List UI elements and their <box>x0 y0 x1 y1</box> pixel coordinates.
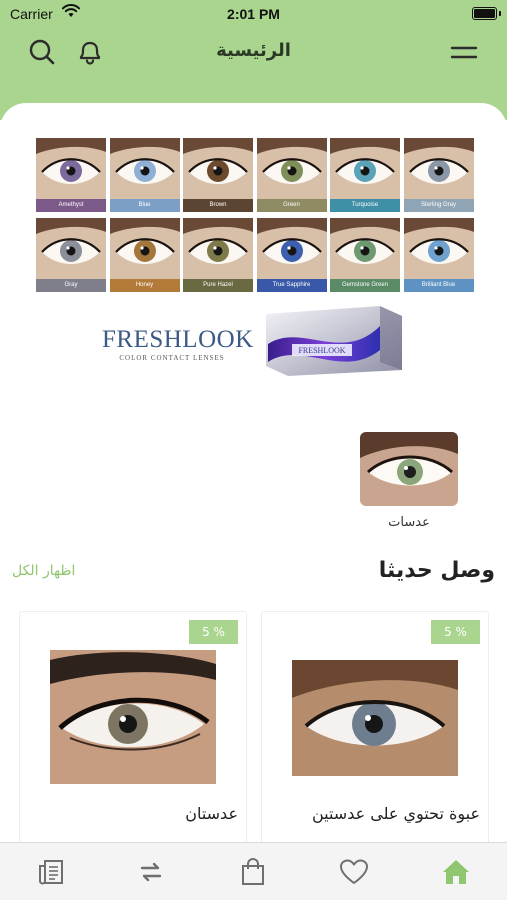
show-all-link[interactable]: اظهار الكل <box>12 563 75 579</box>
eye-image <box>183 138 253 199</box>
product-box-image: FRESHLOOK <box>262 304 405 378</box>
category-lenses[interactable] <box>360 432 458 506</box>
swatch-label: True Sapphire <box>256 279 327 292</box>
eye-image <box>109 218 180 279</box>
eye-image <box>256 138 327 199</box>
swatch-tile: Brilliant Blue <box>403 218 474 292</box>
app-header: Carrier 2:01 PM الرئيسية <box>0 0 507 120</box>
product-name: عدستان <box>185 804 238 823</box>
status-bar: Carrier 2:01 PM <box>0 0 507 30</box>
eye-image <box>330 138 400 199</box>
product-image <box>292 660 458 776</box>
eye-image <box>36 138 106 199</box>
swatch-label: Brown <box>183 199 253 212</box>
home-icon[interactable] <box>438 855 474 889</box>
menu-icon[interactable] <box>448 36 480 68</box>
swatch-label: Gray <box>36 279 106 292</box>
swatch-tile: Amethyst <box>36 138 106 212</box>
swatch-tile: Green <box>256 138 327 212</box>
nav-bar: الرئيسية <box>0 30 507 74</box>
battery-tip <box>499 11 501 16</box>
bottom-tab-bar <box>0 842 507 900</box>
swatch-label: Honey <box>109 279 180 292</box>
promo-banner[interactable]: Amethyst Blue Brown Green Turquoise Sterling … <box>36 138 474 388</box>
swatch-tile: Gemstone Green <box>330 218 400 292</box>
swatch-label: Turquoise <box>330 199 400 212</box>
swatch-label: Green <box>256 199 327 212</box>
eye-image <box>330 218 400 279</box>
swatch-tile: True Sapphire <box>256 218 327 292</box>
swatch-label: Pure Hazel <box>183 279 253 292</box>
eye-image <box>403 138 474 199</box>
product-name: عبوة تحتوي على عدستين <box>311 804 480 823</box>
clock: 2:01 PM <box>227 6 280 22</box>
swatch-tile: Gray <box>36 218 106 292</box>
swatch-label: Amethyst <box>36 199 106 212</box>
brand-logo-subtitle: COLOR CONTACT LENSES <box>119 354 225 362</box>
swatch-grid: Amethyst Blue Brown Green Turquoise Sterling … <box>36 138 474 298</box>
swatch-label: Blue <box>109 199 180 212</box>
discount-badge: 5 % <box>431 620 480 644</box>
product-card[interactable]: 5 % عبوة تحتوي على عدستين <box>261 611 489 851</box>
eye-image <box>109 138 180 199</box>
page-title: الرئيسية <box>216 40 291 61</box>
box-label-text: FRESHLOOK <box>298 346 345 355</box>
category-image <box>360 432 458 506</box>
heart-icon[interactable] <box>336 855 372 889</box>
eye-image <box>256 218 327 279</box>
swatch-tile: Brown <box>183 138 253 212</box>
eye-image <box>403 218 474 279</box>
swatch-tile: Pure Hazel <box>183 218 253 292</box>
swatch-tile: Sterling Gray <box>403 138 474 212</box>
category-label: عدسات <box>388 515 430 530</box>
brand-logo-text: FRESHLOOK <box>102 326 254 353</box>
swatch-label: Sterling Gray <box>403 199 474 212</box>
swatch-label: Brilliant Blue <box>403 279 474 292</box>
bag-icon[interactable] <box>235 855 271 889</box>
eye-image <box>36 218 106 279</box>
discount-badge: 5 % <box>189 620 238 644</box>
swatch-tile: Honey <box>109 218 180 292</box>
swatch-tile: Turquoise <box>330 138 400 212</box>
exchange-icon[interactable] <box>133 855 169 889</box>
section-title: وصل حديثا <box>378 558 495 583</box>
eye-image <box>183 218 253 279</box>
product-image <box>50 650 216 784</box>
swatch-label: Gemstone Green <box>330 279 400 292</box>
document-icon[interactable] <box>33 855 69 889</box>
swatch-tile: Blue <box>109 138 180 212</box>
battery-icon <box>472 7 497 20</box>
brand-logo: FRESHLOOK COLOR CONTACT LENSES <box>102 326 254 366</box>
product-card[interactable]: 5 % عدستان <box>19 611 247 851</box>
